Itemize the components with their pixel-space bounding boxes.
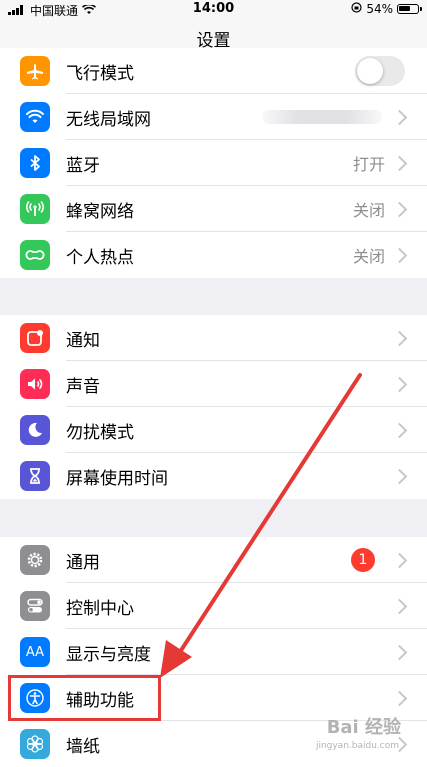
hourglass-icon	[20, 461, 50, 491]
highlight-box	[8, 675, 161, 721]
row-label: 声音	[66, 376, 100, 397]
row-wifi[interactable]: 无线局域网	[0, 94, 427, 140]
row-sounds[interactable]: 声音	[0, 361, 427, 407]
group-notifications: 通知 声音 勿扰模式 屏幕使用时间	[0, 315, 427, 499]
row-label: 通用	[66, 552, 100, 573]
battery-percent: 54%	[366, 2, 393, 16]
row-value: 打开	[352, 155, 385, 174]
row-cellular[interactable]: 蜂窝网络 关闭	[0, 186, 427, 232]
row-label: 屏幕使用时间	[66, 468, 168, 489]
row-label: 显示与亮度	[66, 644, 151, 665]
speaker-icon	[20, 369, 50, 399]
bluetooth-icon	[20, 148, 50, 178]
row-label: 无线局域网	[66, 109, 151, 130]
wallpaper-icon	[20, 729, 50, 759]
wifi-icon	[20, 102, 50, 132]
row-do-not-disturb[interactable]: 勿扰模式	[0, 407, 427, 453]
aa-icon: AA	[20, 637, 50, 667]
row-label: 勿扰模式	[66, 422, 134, 443]
row-airplane-mode[interactable]: 飞行模式	[0, 48, 427, 94]
row-label: 个人热点	[66, 247, 134, 268]
row-label: 控制中心	[66, 598, 134, 619]
chevron-right-icon	[391, 644, 408, 660]
row-display-brightness[interactable]: AA 显示与亮度	[0, 629, 427, 675]
moon-icon	[20, 415, 50, 445]
chevron-right-icon	[391, 690, 408, 706]
status-bar: 中国联通 14:00 54%	[0, 0, 427, 20]
row-label: 飞行模式	[66, 63, 134, 84]
row-label: 通知	[66, 330, 100, 351]
notification-icon	[20, 323, 50, 353]
row-label: 墙纸	[66, 736, 100, 757]
orientation-lock-icon	[351, 2, 362, 16]
cellular-icon	[20, 194, 50, 224]
watermark-url: jingyan.baidu.com	[315, 741, 399, 751]
row-bluetooth[interactable]: 蓝牙 打开	[0, 140, 427, 186]
battery-icon	[397, 4, 422, 14]
chevron-right-icon	[391, 330, 408, 346]
group-connectivity: 飞行模式 无线局域网 蓝牙 打开 蜂窝网络 关闭 个人热点 关闭	[0, 48, 427, 278]
aa-icon-text: AA	[25, 644, 45, 660]
chevron-right-icon	[391, 422, 408, 438]
airplane-icon	[20, 56, 50, 86]
chevron-right-icon	[391, 201, 408, 217]
switches-icon	[20, 591, 50, 621]
chevron-right-icon	[391, 155, 408, 171]
chevron-right-icon	[391, 552, 408, 568]
blurred-network-name	[262, 110, 382, 124]
row-label: 蓝牙	[66, 155, 100, 176]
chevron-right-icon	[391, 598, 408, 614]
row-notifications[interactable]: 通知	[0, 315, 427, 361]
watermark: Bai 经验	[326, 717, 401, 738]
chevron-right-icon	[391, 468, 408, 484]
update-badge: 1	[351, 548, 375, 572]
row-control-center[interactable]: 控制中心	[0, 583, 427, 629]
hotspot-icon	[20, 240, 50, 270]
row-general[interactable]: 通用 1	[0, 537, 427, 583]
chevron-right-icon	[391, 109, 408, 125]
gear-icon	[20, 545, 50, 575]
row-label: 蜂窝网络	[66, 201, 134, 222]
row-screen-time[interactable]: 屏幕使用时间	[0, 453, 427, 499]
row-value: 关闭	[352, 201, 385, 220]
chevron-right-icon	[391, 247, 408, 263]
row-value: 关闭	[352, 247, 385, 266]
row-hotspot[interactable]: 个人热点 关闭	[0, 232, 427, 278]
chevron-right-icon	[391, 376, 408, 392]
airplane-toggle[interactable]	[355, 56, 405, 86]
status-right: 54%	[351, 2, 422, 16]
